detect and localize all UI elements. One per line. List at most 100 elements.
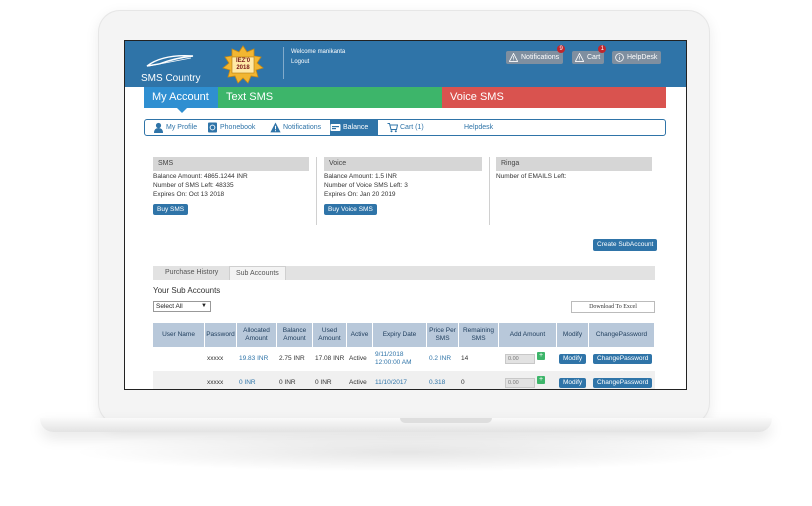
column-header: Add Amount [499, 323, 557, 347]
emails-left-count: Number of EMAILS Left: [496, 173, 567, 180]
sub-accounts-filter-select[interactable]: Select All ▼ [153, 301, 211, 312]
modify-button[interactable]: Modify [559, 378, 587, 388]
history-tabs: Purchase History Sub Accounts [153, 266, 655, 280]
subnav-label: Balance [343, 124, 369, 131]
notifications-button[interactable]: Notifications 9 [506, 45, 566, 64]
cell-password: xxxxx [207, 379, 224, 386]
column-header: Expiry Date [373, 323, 427, 347]
subnav-balance[interactable]: Balance [330, 120, 378, 135]
tab-purchase-history[interactable]: Purchase History [159, 266, 224, 280]
voice-expiry: Expires On: Jan 20 2019 [324, 191, 396, 198]
add-amount-input[interactable]: 0.00 [505, 354, 535, 364]
balance-icon [330, 124, 341, 131]
create-subaccount-button[interactable]: Create SubAccount [593, 239, 658, 251]
tab-my-account[interactable]: My Account [144, 87, 218, 108]
warning-icon [509, 53, 518, 62]
subnav-notifications[interactable]: Notifications [270, 120, 332, 135]
buy-sms-button[interactable]: Buy SMS [153, 204, 189, 215]
column-header: Used Amount [313, 323, 347, 347]
subnav-phonebook[interactable]: Phonebook [207, 120, 269, 135]
cart-count-badge: 1 [598, 45, 607, 53]
cell-price-per-sms[interactable]: 0.2 INR [427, 347, 459, 371]
cell-remaining-sms: 14 [461, 355, 469, 362]
cart-label: Cart [587, 54, 601, 61]
phonebook-icon [208, 122, 217, 133]
cell-balance-amount: 2.75 INR [279, 355, 305, 362]
user-icon [154, 122, 163, 133]
cart-icon [387, 123, 398, 133]
buy-voice-sms-button[interactable]: Buy Voice SMS [324, 204, 377, 215]
cell-change-password: ChangePassword [589, 371, 655, 389]
column-header: Remaining SMS [459, 323, 499, 347]
cell-expiry-date[interactable]: 9/11/2018 12:00:00 AM [373, 347, 427, 371]
header-divider [283, 47, 284, 79]
cell-add-amount: 0.00 + [499, 371, 557, 389]
cell-modify: Modify [557, 347, 589, 371]
helpdesk-button[interactable]: HelpDesk [612, 51, 662, 64]
caret-down-icon: ▼ [201, 303, 207, 309]
cell-modify: Modify [557, 371, 589, 389]
award-badge-icon: IEZ'0 2018 [220, 45, 266, 85]
voice-balance-panel: Voice Balance Amount: 1.5 INR Number of … [324, 157, 482, 216]
table-header-row: User Name Password Allocated Amount Bala… [153, 323, 655, 347]
award-text: IEZ'0 2018 [235, 58, 251, 71]
tab-sub-accounts[interactable]: Sub Accounts [229, 266, 286, 280]
subnav-cart[interactable]: Cart (1) [387, 120, 433, 135]
sms-country-logo[interactable]: SMS Country [141, 51, 207, 84]
subnav-helpdesk[interactable]: Helpdesk [451, 120, 493, 135]
add-amount-input[interactable]: 0.00 [505, 378, 535, 388]
subnav-label: Notifications [283, 124, 322, 131]
cell-price-per-sms[interactable]: 0.318 [427, 371, 459, 389]
change-password-button[interactable]: ChangePassword [593, 378, 653, 388]
cart-button[interactable]: Cart 1 [572, 45, 607, 64]
voice-left-count: Number of Voice SMS Left: 3 [324, 182, 408, 189]
change-password-button[interactable]: ChangePassword [593, 354, 653, 364]
panel-divider [316, 157, 317, 225]
modify-button[interactable]: Modify [559, 354, 587, 364]
column-header: Active [347, 323, 373, 347]
cell-expiry-date[interactable]: 11/10/2017 [373, 371, 427, 389]
notifications-label: Notifications [521, 54, 560, 61]
subnav-my-profile[interactable]: My Profile [153, 120, 203, 135]
helpdesk-label: HelpDesk [627, 54, 658, 61]
cell-used-amount: 0 INR [315, 379, 332, 386]
laptop-shadow [70, 432, 742, 472]
plus-icon[interactable]: + [537, 352, 545, 360]
cell-balance-amount: 0 INR [279, 379, 296, 386]
sms-expiry: Expires On: Oct 13 2018 [153, 191, 225, 198]
plus-icon[interactable]: + [537, 376, 545, 384]
info-icon [615, 53, 624, 62]
panel-title: SMS [153, 157, 309, 171]
sms-balance-amount: Balance Amount: 4865.1244 INR [153, 173, 248, 180]
logout-link[interactable]: Logout [291, 59, 309, 65]
tab-text-sms[interactable]: Text SMS [218, 87, 442, 108]
cell-allocated-amount[interactable]: 0 INR [237, 371, 277, 389]
column-header: User Name [153, 323, 205, 347]
subnav-label: Cart (1) [400, 124, 424, 131]
sms-balance-panel: SMS Balance Amount: 4865.1244 INR Number… [153, 157, 309, 216]
laptop-base [40, 418, 772, 432]
warning-icon [270, 122, 281, 133]
download-excel-button[interactable]: Download To Excel [571, 301, 655, 313]
subnav-label: Phonebook [220, 124, 256, 131]
cell-add-amount: 0.00 + [499, 347, 557, 371]
cell-remaining-sms: 0 [461, 379, 465, 386]
account-subnav: My Profile Phonebook Notifications Balan… [144, 119, 666, 136]
ringa-balance-panel: Ringa Number of EMAILS Left: [496, 157, 652, 180]
sms-left-count: Number of SMS Left: 48335 [153, 182, 234, 189]
cell-change-password: ChangePassword [589, 347, 655, 371]
cell-password: xxxxx [207, 355, 224, 362]
cell-active: Active [349, 379, 367, 386]
notifications-count-badge: 9 [557, 45, 566, 53]
cell-allocated-amount[interactable]: 19.83 INR [237, 347, 277, 371]
welcome-text: Welcome manikanta [291, 49, 346, 55]
tab-voice-sms[interactable]: Voice SMS [442, 87, 666, 108]
cell-user-name [153, 347, 205, 371]
logo-swoosh-icon [146, 55, 194, 67]
laptop-notch [400, 418, 492, 423]
column-header: ChangePassword [589, 323, 655, 347]
laptop-mockup: SMS Country IEZ'0 2018 Welcome manikanta… [0, 0, 812, 506]
filter-selected-value: Select All [156, 303, 183, 310]
logo-text: SMS Country [141, 73, 201, 84]
column-header: Allocated Amount [237, 323, 277, 347]
